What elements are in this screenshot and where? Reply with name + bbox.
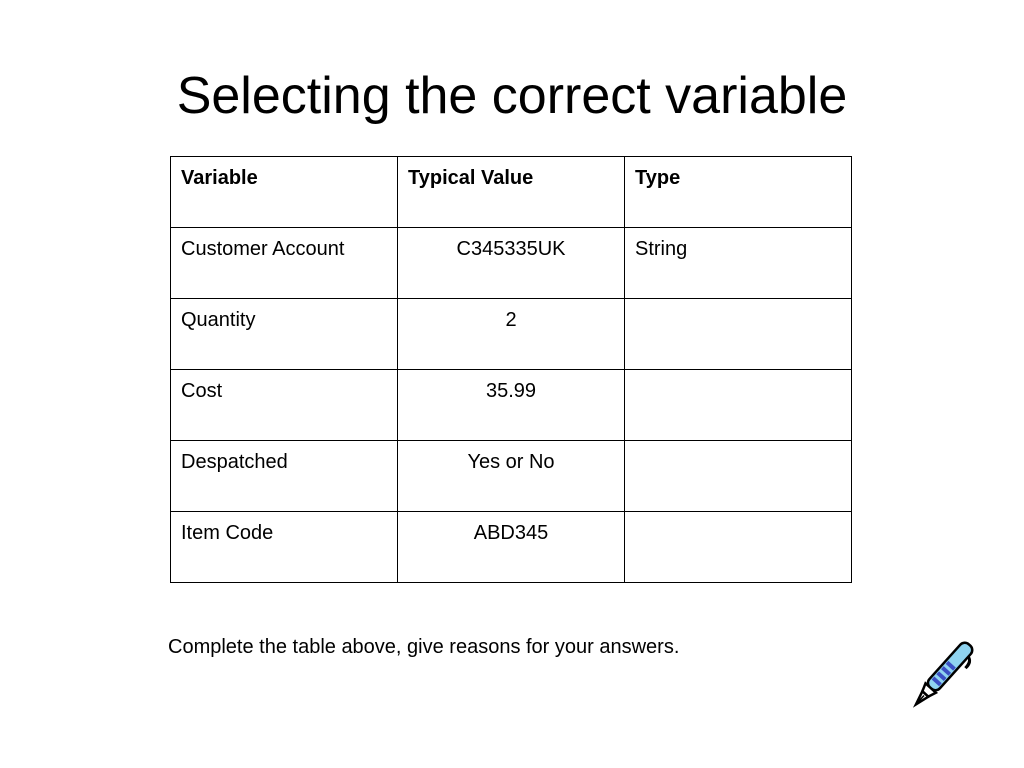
table-row: Cost 35.99 [170,369,852,441]
slide-title: Selecting the correct variable [176,67,848,125]
table-row: Quantity 2 [170,298,852,370]
cell-variable: Despatched [170,440,398,512]
table-header-row: Variable Typical Value Type [170,156,852,228]
cell-typical-value: Yes or No [397,440,625,512]
variable-table: Variable Typical Value Type Customer Acc… [170,156,852,583]
table-row: Despatched Yes or No [170,440,852,512]
cell-typical-value: 35.99 [397,369,625,441]
header-variable: Variable [170,156,398,228]
header-type: Type [624,156,852,228]
instruction-text: Complete the table above, give reasons f… [168,636,680,658]
cell-variable: Customer Account [170,227,398,299]
cell-variable: Quantity [170,298,398,370]
header-typical-value: Typical Value [397,156,625,228]
cell-type [624,511,852,583]
pen-icon [904,632,980,716]
cell-type: String [624,227,852,299]
cell-variable: Cost [170,369,398,441]
table-row: Item Code ABD345 [170,511,852,583]
cell-typical-value: C345335UK [397,227,625,299]
cell-typical-value: ABD345 [397,511,625,583]
cell-type [624,298,852,370]
cell-type [624,369,852,441]
cell-variable: Item Code [170,511,398,583]
cell-typical-value: 2 [397,298,625,370]
table-row: Customer Account C345335UK String [170,227,852,299]
cell-type [624,440,852,512]
